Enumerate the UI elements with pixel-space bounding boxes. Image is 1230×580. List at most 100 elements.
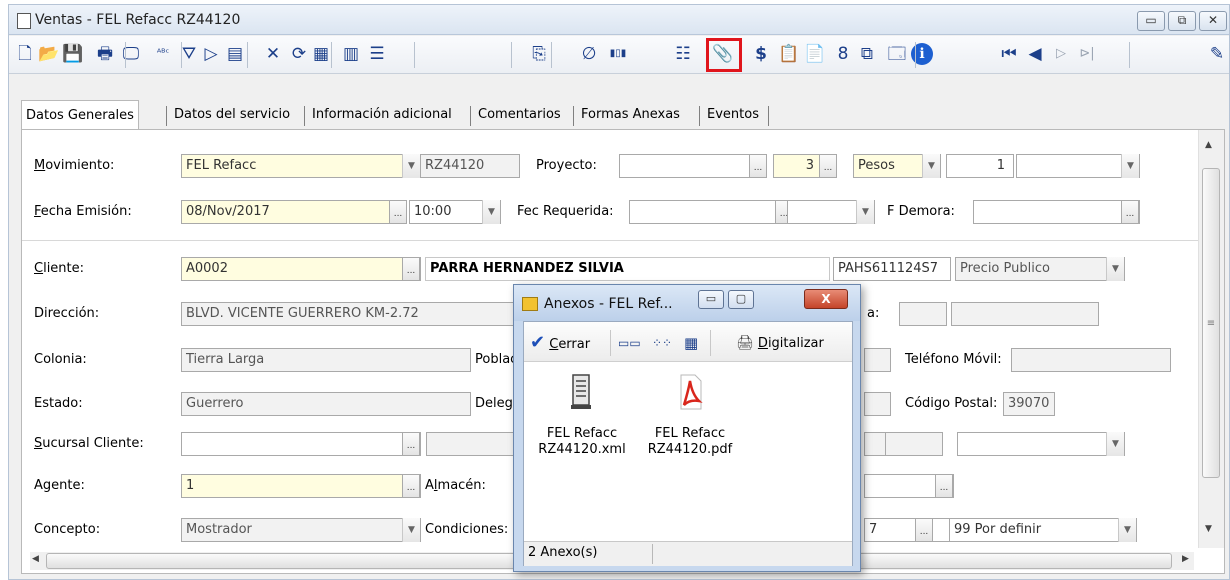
tab-datos-generales[interactable]: Datos Generales [21, 100, 139, 130]
scroll-down-icon[interactable]: ▼ [1205, 524, 1212, 534]
f-demora-field[interactable] [973, 200, 1140, 224]
clipboard-icon[interactable]: 📋 [777, 41, 801, 67]
dollar-icon[interactable]: $ [749, 41, 773, 67]
numero-interior-field[interactable] [951, 302, 1099, 326]
chevron-down-icon[interactable]: ▼ [402, 154, 420, 178]
chevron-down-icon[interactable]: ▼ [402, 518, 420, 542]
tab-comentarios[interactable]: Comentarios [474, 100, 565, 130]
movimiento-number-field[interactable]: RZ44120 [420, 154, 520, 178]
proyecto-extra-lookup-button[interactable]: ... [819, 154, 837, 178]
tab-datos-del-servicio[interactable]: Datos del servicio [170, 100, 294, 130]
document-icon[interactable]: 📄 [803, 41, 827, 67]
open-folder-icon[interactable]: 📂 [37, 41, 61, 67]
grid-icon[interactable]: ▦ [309, 41, 333, 67]
sucursal-extra-select[interactable] [957, 432, 1125, 456]
chevron-down-icon[interactable]: ▼ [1121, 154, 1139, 178]
new-icon[interactable]: 🗋 [13, 41, 37, 67]
attachment-xml-item[interactable]: FEL Refacc RZ44120.xml [528, 373, 636, 458]
f-demora-calendar-button[interactable]: ... [1121, 200, 1139, 224]
chevron-down-icon[interactable]: ▼ [482, 200, 500, 224]
window-app-icon [17, 13, 31, 29]
barcode-icon[interactable]: ▮▯▮ [603, 41, 633, 67]
refresh-icon[interactable]: ⟳ [287, 41, 311, 67]
delegacion-field[interactable] [864, 392, 891, 416]
bullet-list-icon[interactable]: ☷ [671, 41, 695, 67]
lista-precios-select[interactable]: Precio Publico [955, 257, 1125, 281]
codigo-postal-field[interactable]: 39070 [1003, 392, 1055, 416]
vertical-scroll-thumb[interactable]: ≡ [1202, 168, 1220, 478]
concepto-select[interactable]: Mostrador [181, 518, 421, 542]
pen-icon[interactable]: ✎ [1205, 41, 1229, 67]
dialog-maximize-button[interactable]: ▢ [728, 290, 754, 309]
details-view-icon[interactable]: ▦ [684, 330, 698, 356]
restore-button[interactable]: ⧉ [1168, 11, 1196, 31]
minimize-button[interactable]: ▭ [1137, 11, 1165, 31]
fec-requerida-field[interactable] [629, 200, 793, 224]
copy-icon[interactable]: ⎘ [527, 41, 551, 67]
cfdi-icon[interactable]: ▤ [223, 41, 247, 67]
windows-icon[interactable]: ⧉ [855, 41, 879, 67]
sucursal-lookup-button[interactable]: ... [402, 432, 420, 456]
movimiento-select[interactable]: FEL Refacc [181, 154, 421, 178]
fecha-emision-calendar-button[interactable]: ... [389, 200, 407, 224]
vertical-scrollbar[interactable]: ▲ ≡ ▼ [1198, 130, 1224, 548]
attachment-pdf-item[interactable]: FEL Refacc RZ44120.pdf [636, 373, 744, 458]
large-icons-view-icon[interactable]: ▭▭ [618, 330, 641, 356]
colonia-field[interactable]: Tierra Larga [181, 348, 471, 372]
title-bar[interactable]: Ventas - FEL Refacc RZ44120 ▭ ⧉ ✕ [9, 5, 1229, 35]
cliente-field[interactable]: A0002 [181, 257, 421, 281]
tab-eventos[interactable]: Eventos [703, 100, 763, 130]
small-icons-view-icon[interactable]: ⁘⁘ [652, 330, 672, 356]
tipo-cambio-field[interactable]: 1 [946, 154, 1014, 178]
scroll-up-icon[interactable]: ▲ [1205, 140, 1212, 150]
cancel-icon[interactable]: ✕ [261, 41, 285, 67]
estado-field[interactable]: Guerrero [181, 392, 471, 416]
close-button[interactable]: ✕ [1199, 11, 1227, 31]
scroll-right-icon[interactable]: ▶ [1182, 554, 1189, 564]
number-eight-icon[interactable]: 8 [831, 41, 855, 67]
telefono-movil-field[interactable] [1011, 348, 1171, 372]
dialog-minimize-button[interactable]: ▭ [698, 290, 724, 309]
sucursal-extra-field-2[interactable] [885, 432, 943, 456]
cliente-rfc-field[interactable]: PAHS611124S7 [833, 257, 951, 281]
next-record-icon[interactable]: ▷ [1049, 41, 1073, 67]
save-icon[interactable]: 💾 [61, 41, 85, 67]
direccion-field[interactable]: BLVD. VICENTE GUERRERO KM-2.72 [181, 302, 539, 326]
spell-check-icon[interactable]: ᴬᴮᶜ [151, 41, 175, 67]
fecha-emision-field[interactable]: 08/Nov/2017 [181, 200, 403, 224]
numero-field[interactable] [899, 302, 947, 326]
chevron-down-icon[interactable]: ▼ [922, 154, 940, 178]
cliente-lookup-button[interactable]: ... [402, 257, 420, 281]
cerrar-button[interactable]: ✔ Cerrar [530, 330, 590, 356]
dialog-title-bar[interactable]: Anexos - FEL Ref... ▭ ▢ X [514, 285, 860, 321]
chevron-down-icon[interactable]: ▼ [1118, 518, 1136, 542]
nulled-icon[interactable]: ∅ [577, 41, 601, 67]
scroll-left-icon[interactable]: ◀ [32, 554, 39, 564]
print-preview-icon[interactable]: 🖵 [119, 41, 143, 67]
digitalizar-button[interactable]: 🖨 Digitalizar [736, 330, 824, 356]
dialog-close-button[interactable]: X [804, 289, 848, 309]
agente-field[interactable]: 1 [181, 474, 421, 498]
table-icon[interactable]: ▥ [339, 41, 363, 67]
sucursal-cliente-field[interactable] [181, 432, 421, 456]
properties-icon[interactable]: 🗔 [885, 41, 909, 67]
list-view-icon[interactable]: ☰ [365, 41, 389, 67]
previous-record-icon[interactable]: ◀ [1023, 41, 1047, 67]
first-record-icon[interactable]: ⏮ [997, 41, 1021, 67]
condiciones-code-field[interactable]: 7 [864, 518, 954, 542]
last-record-icon[interactable]: ⊳| [1075, 41, 1099, 67]
poblacion-field[interactable] [864, 348, 891, 372]
chevron-down-icon[interactable]: ▼ [1106, 257, 1124, 281]
proyecto-lookup-button[interactable]: ... [749, 154, 767, 178]
chevron-down-icon[interactable]: ▼ [856, 200, 874, 224]
tab-formas-anexas[interactable]: Formas Anexas [577, 100, 684, 130]
agente-lookup-button[interactable]: ... [402, 474, 420, 498]
tab-informacion-adicional[interactable]: Información adicional [308, 100, 456, 130]
chevron-down-icon[interactable]: ▼ [1106, 432, 1124, 456]
print-icon[interactable]: 🖶 [93, 41, 117, 67]
condiciones-lookup-button[interactable]: ... [915, 518, 933, 542]
play-icon[interactable]: ▷ [199, 41, 223, 67]
proyecto-field[interactable] [619, 154, 767, 178]
almacen-lookup-button[interactable]: ... [935, 474, 953, 498]
condiciones-select[interactable]: 99 Por definir [949, 518, 1137, 542]
